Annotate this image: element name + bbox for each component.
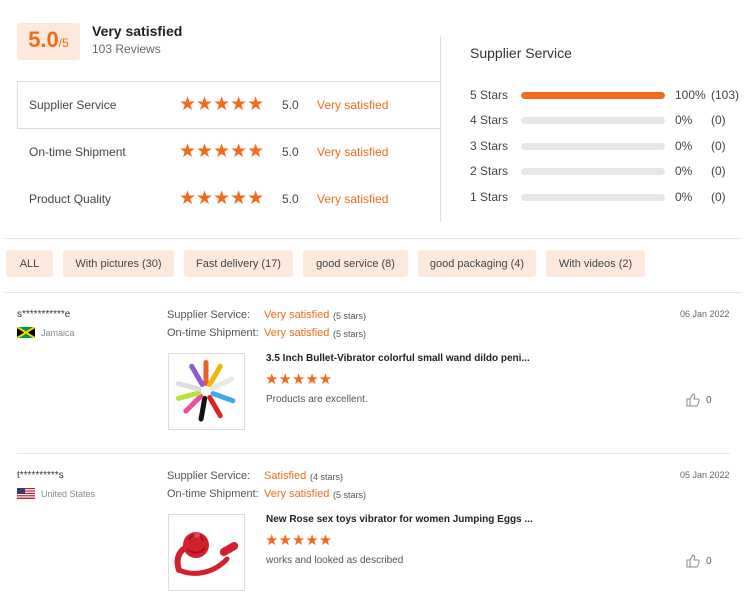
star-level-label: 2 Stars <box>470 164 509 178</box>
supplier-service-value: Satisfied <box>264 470 307 482</box>
shipment-stars: (5 stars) <box>333 329 367 339</box>
rating-row-supplier-service: Supplier Service ★★★★★ 5.0 Very satisfie… <box>17 81 441 128</box>
distribution-title: Supplier Service <box>470 45 572 61</box>
review-date: 05 Jan 2022 <box>680 470 730 480</box>
review-divider <box>17 453 730 454</box>
shipment-label: On-time Shipment: <box>167 488 259 500</box>
rating-label: Product Quality <box>29 191 112 206</box>
product-name[interactable]: New Rose sex toys vibrator for women Jum… <box>266 514 533 525</box>
review-item: t**********s United States Supplier Serv… <box>0 461 750 600</box>
product-image <box>174 532 239 576</box>
star-count: (103) <box>711 88 740 102</box>
filter-chip-with-pictures[interactable]: With pictures (30) <box>63 250 174 277</box>
star-bar-track <box>521 92 665 99</box>
star-distribution-row: 2 Stars 0% (0) <box>470 162 750 182</box>
overall-score-badge: 5.0 /5 <box>17 23 80 60</box>
supplier-service-label: Supplier Service: <box>167 470 251 482</box>
supplier-service-stars: (4 stars) <box>310 472 344 482</box>
supplier-service-stars: (5 stars) <box>333 311 367 321</box>
shipment-value: Very satisfied <box>264 327 330 339</box>
section-divider <box>5 292 741 293</box>
shipment-label: On-time Shipment: <box>167 327 259 339</box>
shipment-stars: (5 stars) <box>333 490 367 500</box>
star-distribution-row: 5 Stars 100% (103) <box>470 86 750 106</box>
thumbs-up-icon <box>686 554 700 568</box>
star-distribution-row: 4 Stars 0% (0) <box>470 111 750 131</box>
product-image <box>175 360 236 422</box>
rating-value: 5.0 <box>282 97 299 112</box>
review-count: 103 Reviews <box>92 42 161 56</box>
reviewer-country: United States <box>17 488 95 499</box>
overall-score-suffix: /5 <box>58 36 69 50</box>
star-bar-track <box>521 117 665 124</box>
filter-chip-fast-delivery[interactable]: Fast delivery (17) <box>184 250 293 277</box>
star-level-label: 5 Stars <box>470 88 509 102</box>
like-count: 0 <box>706 555 712 567</box>
filter-chip-good-service[interactable]: good service (8) <box>303 250 408 277</box>
filter-chip-all[interactable]: ALL <box>6 250 53 277</box>
star-percent: 0% <box>675 113 693 127</box>
like-button[interactable]: 0 <box>686 393 712 407</box>
star-level-label: 3 Stars <box>470 139 509 153</box>
review-text: Products are excellent. <box>266 394 368 405</box>
review-stars: ★★★★★ <box>265 371 333 388</box>
rating-value: 5.0 <box>282 144 299 159</box>
star-percent: 100% <box>675 88 706 102</box>
product-thumbnail[interactable] <box>168 514 245 591</box>
star-distribution-row: 1 Stars 0% (0) <box>470 188 750 208</box>
review-text: works and looked as described <box>266 555 404 566</box>
like-button[interactable]: 0 <box>686 554 712 568</box>
star-bar-track <box>521 143 665 150</box>
rating-text: Very satisfied <box>317 191 389 206</box>
product-name[interactable]: 3.5 Inch Bullet-Vibrator colorful small … <box>266 353 530 364</box>
star-count: (0) <box>711 164 726 178</box>
star-bar-fill <box>521 92 665 99</box>
rating-row-product-quality: Product Quality ★★★★★ 5.0 Very satisfied <box>17 175 441 222</box>
star-bar-track <box>521 194 665 201</box>
star-percent: 0% <box>675 190 693 204</box>
section-divider <box>5 238 741 239</box>
filter-chip-with-videos[interactable]: With videos (2) <box>546 250 645 277</box>
supplier-service-label: Supplier Service: <box>167 309 251 321</box>
star-count: (0) <box>711 113 726 127</box>
like-count: 0 <box>706 394 712 406</box>
overall-rating-title: Very satisfied <box>92 23 183 39</box>
rating-text: Very satisfied <box>317 144 389 159</box>
rating-value: 5.0 <box>282 191 299 206</box>
star-level-label: 1 Stars <box>470 190 509 204</box>
country-name: United States <box>41 488 96 499</box>
review-date: 06 Jan 2022 <box>680 309 730 319</box>
thumbs-up-icon <box>686 393 700 407</box>
star-percent: 0% <box>675 139 693 153</box>
supplier-service-value: Very satisfied <box>264 309 330 321</box>
star-count: (0) <box>711 190 726 204</box>
star-count: (0) <box>711 139 726 153</box>
reviewer-country: Jamaica <box>17 327 75 338</box>
rating-stars: ★★★★★ <box>179 141 265 162</box>
rating-stars: ★★★★★ <box>179 94 265 115</box>
reviewer-name: t**********s <box>17 470 64 481</box>
jamaica-flag-icon <box>17 327 35 338</box>
review-stars: ★★★★★ <box>265 532 333 549</box>
shipment-value: Very satisfied <box>264 488 330 500</box>
star-distribution-row: 3 Stars 0% (0) <box>470 137 750 157</box>
filter-chip-good-packaging[interactable]: good packaging (4) <box>418 250 536 277</box>
us-flag-icon <box>17 488 35 499</box>
country-name: Jamaica <box>41 327 75 338</box>
rating-breakdown-table: Supplier Service ★★★★★ 5.0 Very satisfie… <box>17 36 441 222</box>
rating-row-on-time-shipment: On-time Shipment ★★★★★ 5.0 Very satisfie… <box>17 128 441 175</box>
star-percent: 0% <box>675 164 693 178</box>
product-thumbnail[interactable] <box>168 353 245 430</box>
star-level-label: 4 Stars <box>470 113 509 127</box>
rating-label: Supplier Service <box>29 97 117 112</box>
star-bar-track <box>521 168 665 175</box>
rating-stars: ★★★★★ <box>179 188 265 209</box>
reviewer-name: s***********e <box>17 309 71 320</box>
rating-label: On-time Shipment <box>29 144 126 159</box>
rating-text: Very satisfied <box>317 97 389 112</box>
review-item: s***********e Jamaica Supplier Service: … <box>0 300 750 450</box>
overall-score: 5.0 <box>28 27 59 52</box>
